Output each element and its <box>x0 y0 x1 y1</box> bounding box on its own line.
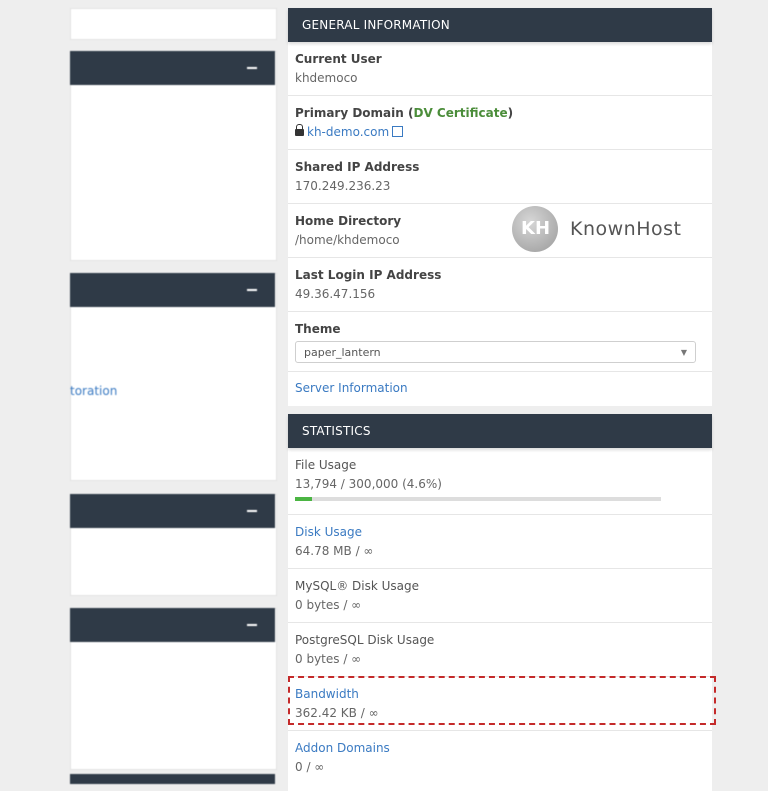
left-column: toration <box>0 0 277 784</box>
mysql-usage-row: MySQL® Disk Usage 0 bytes / ∞ <box>288 569 712 623</box>
dv-certificate-link[interactable]: DV Certificate <box>413 106 507 120</box>
collapse-icon[interactable] <box>247 510 257 512</box>
file-usage-progress <box>295 497 661 501</box>
left-partial-link[interactable]: toration <box>70 384 117 398</box>
disk-usage-link[interactable]: Disk Usage <box>295 525 712 539</box>
lock-icon <box>295 124 304 136</box>
postgres-usage-label: PostgreSQL Disk Usage <box>295 633 435 647</box>
last-login-value: 49.36.47.156 <box>295 287 376 301</box>
last-login-row: Last Login IP Address 49.36.47.156 <box>288 258 712 312</box>
file-usage-label: File Usage <box>295 458 357 472</box>
collapse-icon[interactable] <box>247 289 257 291</box>
external-link-icon[interactable] <box>392 126 404 137</box>
theme-select[interactable]: paper_lantern ▼ <box>295 341 696 363</box>
bandwidth-value: 362.42 KB / ∞ <box>295 706 379 720</box>
mysql-usage-value: 0 bytes / ∞ <box>295 598 362 612</box>
current-user-row: Current User khdemoco <box>288 42 712 96</box>
last-login-label: Last Login IP Address <box>295 268 442 282</box>
knownhost-logo: KH KnownHost <box>512 206 712 254</box>
collapse-icon[interactable] <box>247 624 257 626</box>
server-info-row: Server Information <box>288 372 712 406</box>
file-usage-row: File Usage 13,794 / 300,000 (4.6%) <box>288 448 712 515</box>
primary-domain-value: kh-demo.com <box>295 124 712 139</box>
left-search-box[interactable] <box>70 8 277 40</box>
left-panel-1-header[interactable] <box>70 51 275 85</box>
bandwidth-link[interactable]: Bandwidth <box>295 687 712 701</box>
file-usage-progress-fill <box>295 497 312 501</box>
left-panel-5-header[interactable] <box>70 774 275 784</box>
server-information-link[interactable]: Server Information <box>295 381 712 395</box>
statistics-header: STATISTICS <box>288 414 712 448</box>
addon-domains-link[interactable]: Addon Domains <box>295 741 712 755</box>
theme-label: Theme <box>295 322 341 336</box>
theme-row: Theme paper_lantern ▼ <box>288 312 712 372</box>
theme-select-value: paper_lantern <box>304 346 381 359</box>
mysql-usage-label: MySQL® Disk Usage <box>295 579 419 593</box>
statistics-panel: STATISTICS File Usage 13,794 / 300,000 (… <box>288 414 712 791</box>
shared-ip-label: Shared IP Address <box>295 160 420 174</box>
bandwidth-row: Bandwidth 362.42 KB / ∞ <box>288 677 712 731</box>
disk-usage-value: 64.78 MB / ∞ <box>295 544 374 558</box>
current-user-value: khdemoco <box>295 71 358 85</box>
primary-domain-link[interactable]: kh-demo.com <box>307 125 389 139</box>
primary-domain-row: Primary Domain (DV Certificate) kh-demo.… <box>288 96 712 150</box>
chevron-down-icon: ▼ <box>680 348 687 357</box>
left-panel-3-header[interactable] <box>70 494 275 528</box>
general-information-header: GENERAL INFORMATION <box>288 8 712 42</box>
addon-domains-value: 0 / ∞ <box>295 760 325 774</box>
postgres-usage-row: PostgreSQL Disk Usage 0 bytes / ∞ <box>288 623 712 677</box>
logo-mark: KH <box>521 218 551 239</box>
collapse-icon[interactable] <box>247 67 257 69</box>
shared-ip-row: Shared IP Address 170.249.236.23 <box>288 150 712 204</box>
logo-text: KnownHost <box>570 218 682 240</box>
shared-ip-value: 170.249.236.23 <box>295 179 391 193</box>
current-user-label: Current User <box>295 52 382 66</box>
left-panel-4-header[interactable] <box>70 608 275 642</box>
primary-domain-label: Primary Domain (DV Certificate) <box>295 106 514 120</box>
postgres-usage-value: 0 bytes / ∞ <box>295 652 362 666</box>
left-panel-2-header[interactable] <box>70 273 275 307</box>
file-usage-value: 13,794 / 300,000 (4.6%) <box>295 477 442 491</box>
disk-usage-row: Disk Usage 64.78 MB / ∞ <box>288 515 712 569</box>
addon-domains-row: Addon Domains 0 / ∞ <box>288 731 712 791</box>
